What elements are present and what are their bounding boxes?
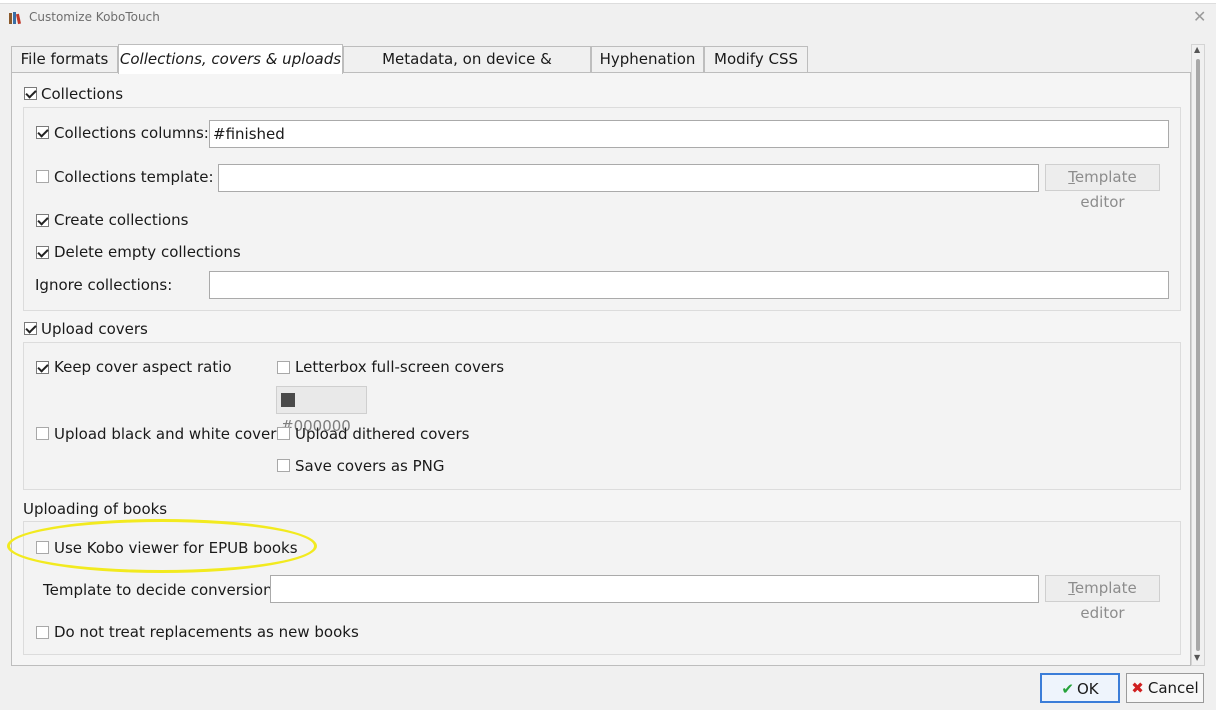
collections-group: Collections columns: #finished Collectio… <box>23 107 1181 311</box>
collections-columns-input[interactable]: #finished <box>209 120 1169 148</box>
png-covers-label: Save covers as PNG <box>295 457 445 475</box>
calibre-books-icon <box>9 12 21 25</box>
kobo-viewer-checkbox[interactable] <box>36 541 49 554</box>
letterbox-checkbox[interactable] <box>277 361 290 374</box>
cancel-button-label: Cancel <box>1147 679 1199 697</box>
ok-button-label: OK <box>1076 680 1099 698</box>
keep-aspect-ratio-label: Keep cover aspect ratio <box>54 358 232 376</box>
vertical-scrollbar[interactable]: ▲ ▼ <box>1191 44 1205 666</box>
scroll-down-icon[interactable]: ▼ <box>1194 653 1200 662</box>
collections-template-input[interactable] <box>218 164 1039 192</box>
uploading-group: Use Kobo viewer for EPUB books Template … <box>23 521 1181 655</box>
conversion-template-label: Template to decide conversion: <box>43 581 278 599</box>
delete-empty-collections-checkbox[interactable] <box>36 246 49 259</box>
color-swatch <box>281 393 295 407</box>
collections-checkbox[interactable] <box>24 87 37 100</box>
tab-modify-css[interactable]: Modify CSS <box>704 46 808 72</box>
upload-covers-label: Upload covers <box>41 320 148 338</box>
create-collections-label: Create collections <box>54 211 189 229</box>
no-replace-checkbox[interactable] <box>36 626 49 639</box>
close-icon[interactable]: ✕ <box>1193 7 1206 26</box>
template-editor-label: emplate editor <box>1074 579 1137 622</box>
collections-columns-checkbox[interactable] <box>36 126 49 139</box>
upload-covers-checkbox[interactable] <box>24 322 37 335</box>
tab-collections-covers-uploads[interactable]: Collections, covers & uploads <box>118 44 343 74</box>
ignore-collections-label: Ignore collections: <box>35 276 173 294</box>
template-editor-label: emplate editor <box>1074 168 1137 211</box>
collections-label: Collections <box>41 85 124 103</box>
bw-covers-checkbox[interactable] <box>36 427 49 440</box>
no-replace-label: Do not treat replacements as new books <box>54 623 359 641</box>
check-icon: ✔ <box>1061 680 1074 698</box>
x-icon: ✖ <box>1131 679 1144 697</box>
dithered-covers-checkbox[interactable] <box>277 427 290 440</box>
png-covers-checkbox[interactable] <box>277 459 290 472</box>
conversion-template-input[interactable] <box>270 575 1039 603</box>
uploading-section-label: Uploading of books <box>23 500 168 518</box>
kobo-viewer-label: Use Kobo viewer for EPUB books <box>54 539 298 557</box>
delete-empty-collections-label: Delete empty collections <box>54 243 241 261</box>
create-collections-checkbox[interactable] <box>36 214 49 227</box>
keep-aspect-ratio-checkbox[interactable] <box>36 361 49 374</box>
ignore-collections-input[interactable] <box>209 271 1169 299</box>
letterbox-label: Letterbox full-screen covers <box>295 358 505 376</box>
template-editor-mnemonic: T <box>1068 579 1075 597</box>
tab-file-formats[interactable]: File formats <box>11 46 118 72</box>
window-title: Customize KoboTouch <box>29 10 160 24</box>
collections-template-label: Collections template: <box>54 168 214 186</box>
dithered-covers-label: Upload dithered covers <box>295 425 470 443</box>
title-bar: Customize KoboTouch ✕ <box>0 4 1216 30</box>
tab-panel: Collections Collections columns: #finish… <box>11 72 1191 666</box>
bw-covers-label: Upload black and white covers <box>54 425 285 443</box>
collections-columns-label: Collections columns: <box>54 124 209 142</box>
cancel-button[interactable]: ✖ Cancel <box>1126 673 1204 703</box>
covers-group: Keep cover aspect ratio Letterbox full-s… <box>23 342 1181 490</box>
ok-button[interactable]: ✔ OK <box>1040 673 1120 703</box>
tab-metadata-device-advanced[interactable]: Metadata, on device & advanced <box>343 46 591 93</box>
collections-template-editor-button: Template editor <box>1045 164 1160 211</box>
tab-hyphenation[interactable]: Hyphenation <box>591 46 704 72</box>
collections-template-checkbox[interactable] <box>36 170 49 183</box>
letterbox-color-button[interactable]: #000000 <box>276 386 367 435</box>
scroll-thumb[interactable] <box>1196 59 1200 651</box>
conversion-template-editor-button: Template editor <box>1045 575 1160 622</box>
template-editor-mnemonic: T <box>1068 168 1075 186</box>
scroll-up-icon[interactable]: ▲ <box>1194 45 1200 54</box>
